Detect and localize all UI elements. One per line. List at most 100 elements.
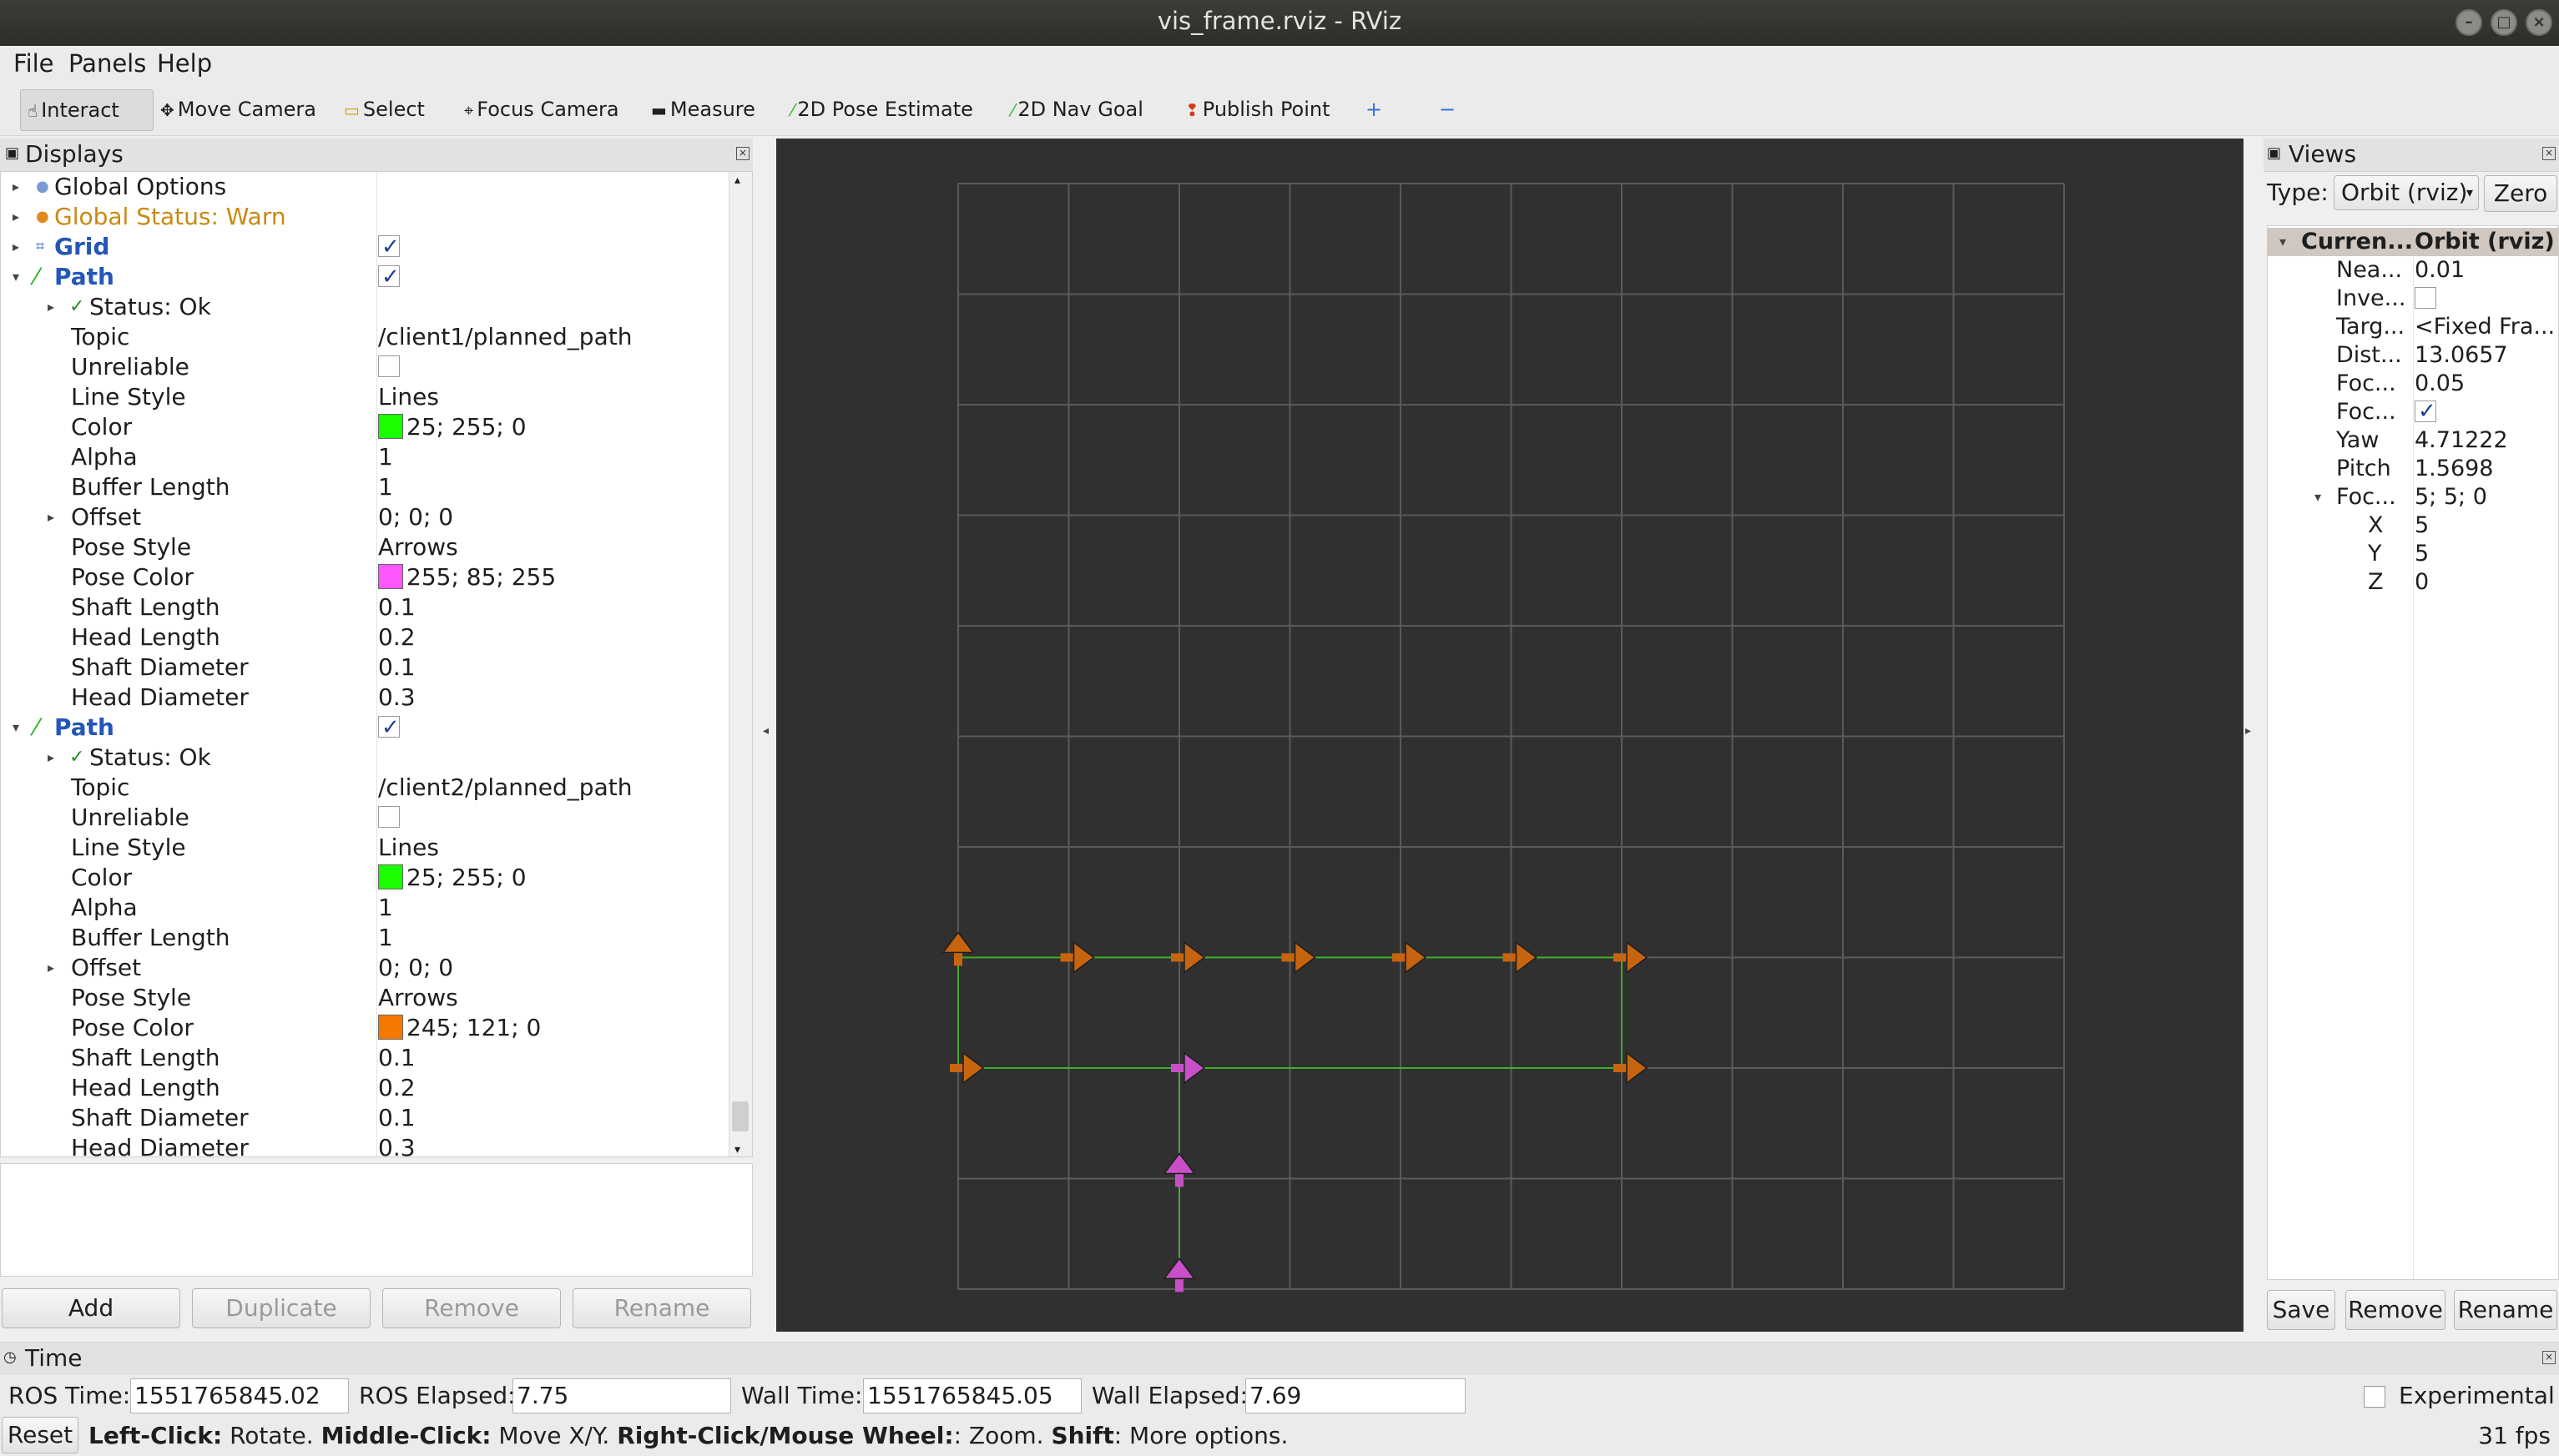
- wall-elapsed-field[interactable]: 7.69: [1245, 1378, 1466, 1413]
- tree-row-unreliable[interactable]: Unreliable: [1, 803, 730, 833]
- tree-row-buffer-length[interactable]: Buffer Length 1: [1, 923, 730, 953]
- close-icon[interactable]: ×: [736, 147, 750, 160]
- buffer-length-value[interactable]: 1: [378, 472, 393, 502]
- tree-row-pitch[interactable]: Pitch 1.5698: [2268, 455, 2558, 483]
- tree-row-color[interactable]: Color 25; 255; 0: [1, 412, 730, 442]
- wall-time-field[interactable]: 1551765845.05: [863, 1378, 1082, 1413]
- collapse-arrow-icon[interactable]: ▾: [2279, 228, 2286, 256]
- ros-elapsed-field[interactable]: 7.75: [512, 1378, 731, 1413]
- close-window-button[interactable]: ×: [2526, 9, 2552, 36]
- collapse-right-icon[interactable]: ▸: [2245, 724, 2251, 738]
- tree-row-status[interactable]: ▸ ✓ Status: Ok: [1, 743, 730, 773]
- collapse-arrow-icon[interactable]: ▾: [2314, 483, 2321, 511]
- tree-row-z[interactable]: Z0: [2268, 568, 2558, 597]
- expand-arrow-icon[interactable]: ▸: [48, 743, 54, 773]
- minimize-button[interactable]: –: [2456, 9, 2482, 36]
- remove-display-button[interactable]: Remove: [382, 1288, 561, 1328]
- views-tree[interactable]: ▾ Curren... Orbit (rviz) Nea... 0.01 Inve…: [2267, 225, 2559, 1280]
- tree-row-near-clip[interactable]: Nea... 0.01: [2268, 256, 2558, 285]
- alpha-value[interactable]: 1: [378, 442, 393, 472]
- select-tool[interactable]: ▭ Select: [337, 89, 432, 131]
- property-value[interactable]: 4.71222: [2415, 426, 2508, 455]
- collapse-left-icon[interactable]: ◂: [763, 724, 769, 738]
- tree-row-topic[interactable]: Topic/client2/planned_path: [1, 773, 730, 803]
- displays-tree[interactable]: ▸ ● Global Options ▸ ● Global Status: Wa…: [0, 171, 753, 1157]
- maximize-button[interactable]: □: [2491, 9, 2517, 36]
- topic-value[interactable]: /client1/planned_path: [378, 322, 632, 352]
- tree-row-distance[interactable]: Dist... 13.0657: [2268, 341, 2558, 370]
- shaft-length-value[interactable]: 0.1: [378, 592, 416, 622]
- tree-row-global-options[interactable]: ▸ ● Global Options: [1, 172, 730, 202]
- expand-arrow-icon[interactable]: ▸: [13, 172, 19, 202]
- unreliable-checkbox[interactable]: [378, 803, 400, 833]
- color-swatch[interactable]: [378, 564, 403, 589]
- shaft-diameter-value[interactable]: 0.1: [378, 1103, 416, 1133]
- tree-row-focal-shape-size[interactable]: Foc... 0.05: [2268, 370, 2558, 398]
- ros-time-field[interactable]: 1551765845.02: [130, 1378, 349, 1413]
- head-length-value[interactable]: 0.2: [378, 622, 416, 652]
- scrollbar-thumb[interactable]: [732, 1101, 749, 1131]
- collapse-arrow-icon[interactable]: ▾: [13, 713, 19, 743]
- menu-panels[interactable]: Panels: [68, 49, 146, 78]
- interact-tool[interactable]: ☝ Interact: [20, 89, 154, 131]
- collapse-arrow-icon[interactable]: ▾: [13, 262, 19, 292]
- property-value[interactable]: 0.01: [2415, 256, 2465, 285]
- publish-point-tool[interactable]: ❢ Publish Point: [1179, 89, 1337, 131]
- menu-help[interactable]: Help: [157, 49, 212, 78]
- checkbox[interactable]: [2364, 1386, 2385, 1408]
- tree-row-focal-point[interactable]: ▾ Foc... 5; 5; 0: [2268, 483, 2558, 511]
- color-value[interactable]: 25; 255; 0: [378, 863, 527, 893]
- scene-svg[interactable]: [776, 139, 2244, 1332]
- path-enable-checkbox[interactable]: [378, 262, 400, 292]
- tree-row-shaft-diameter[interactable]: Shaft Diameter 0.1: [1, 652, 730, 683]
- rename-display-button[interactable]: Rename: [573, 1288, 751, 1328]
- tree-row-grid[interactable]: ▸ ⌗ Grid: [1, 232, 730, 262]
- pose-estimate-tool[interactable]: ⁄ 2D Pose Estimate: [785, 89, 980, 131]
- save-view-button[interactable]: Save: [2267, 1290, 2335, 1330]
- focus-camera-tool[interactable]: ⌖ Focus Camera: [457, 89, 626, 131]
- tree-row-invert[interactable]: Inve...: [2268, 285, 2558, 313]
- remove-tool-button[interactable]: −: [1432, 89, 1462, 131]
- property-value[interactable]: 0.05: [2415, 370, 2465, 398]
- tree-row-shaft-diameter[interactable]: Shaft Diameter 0.1: [1, 1103, 730, 1133]
- checkbox[interactable]: [2415, 397, 2436, 426]
- tree-row-buffer-length[interactable]: Buffer Length 1: [1, 472, 730, 502]
- tree-row-unreliable[interactable]: Unreliable: [1, 352, 730, 382]
- checkbox[interactable]: [378, 262, 400, 292]
- expand-arrow-icon[interactable]: ▸: [48, 953, 54, 983]
- shaft-length-value[interactable]: 0.1: [378, 1043, 416, 1073]
- pose-color-value[interactable]: 245; 121; 0: [378, 1013, 541, 1043]
- pose-style-value[interactable]: Arrows: [378, 532, 458, 562]
- grid-enable-checkbox[interactable]: [378, 232, 400, 262]
- pose-style-value[interactable]: Arrows: [378, 983, 458, 1013]
- offset-value[interactable]: 0; 0; 0: [378, 953, 453, 983]
- tree-row-head-length[interactable]: Head Length 0.2: [1, 1073, 730, 1103]
- color-swatch[interactable]: [378, 1015, 403, 1040]
- head-length-value[interactable]: 0.2: [378, 1073, 416, 1103]
- displays-scrollbar[interactable]: ▴ ▾: [729, 172, 752, 1156]
- tree-row-alpha[interactable]: Alpha 1: [1, 442, 730, 472]
- unreliable-checkbox[interactable]: [378, 352, 400, 382]
- scroll-up-icon[interactable]: ▴: [734, 174, 740, 187]
- offset-value[interactable]: 0; 0; 0: [378, 502, 453, 532]
- tree-row-color[interactable]: Color 25; 255; 0: [1, 863, 730, 893]
- property-value[interactable]: 0: [2415, 568, 2429, 597]
- line-style-value[interactable]: Lines: [378, 833, 439, 863]
- pose-color-value[interactable]: 255; 85; 255: [378, 562, 556, 592]
- tree-row-pose-color[interactable]: Pose Color 245; 121; 0: [1, 1013, 730, 1043]
- close-icon[interactable]: ×: [2542, 147, 2556, 160]
- property-value[interactable]: 5; 5; 0: [2415, 483, 2487, 511]
- property-value[interactable]: 13.0657: [2415, 341, 2508, 370]
- add-tool-button[interactable]: +: [1359, 89, 1389, 131]
- tree-row-line-style[interactable]: Line Style Lines: [1, 382, 730, 412]
- alpha-value[interactable]: 1: [378, 893, 393, 923]
- view-type-select[interactable]: Orbit (rviz) ▾: [2334, 175, 2479, 210]
- property-value[interactable]: 5: [2415, 540, 2429, 568]
- tree-row-path-2[interactable]: ▾ ⁄ Path: [1, 713, 730, 743]
- expand-arrow-icon[interactable]: ▸: [13, 202, 19, 232]
- nav-goal-tool[interactable]: ⁄ 2D Nav Goal: [1005, 89, 1150, 131]
- shaft-diameter-value[interactable]: 0.1: [378, 652, 416, 683]
- color-swatch[interactable]: [378, 864, 403, 889]
- rename-view-button[interactable]: Rename: [2454, 1290, 2557, 1330]
- duplicate-display-button[interactable]: Duplicate: [192, 1288, 371, 1328]
